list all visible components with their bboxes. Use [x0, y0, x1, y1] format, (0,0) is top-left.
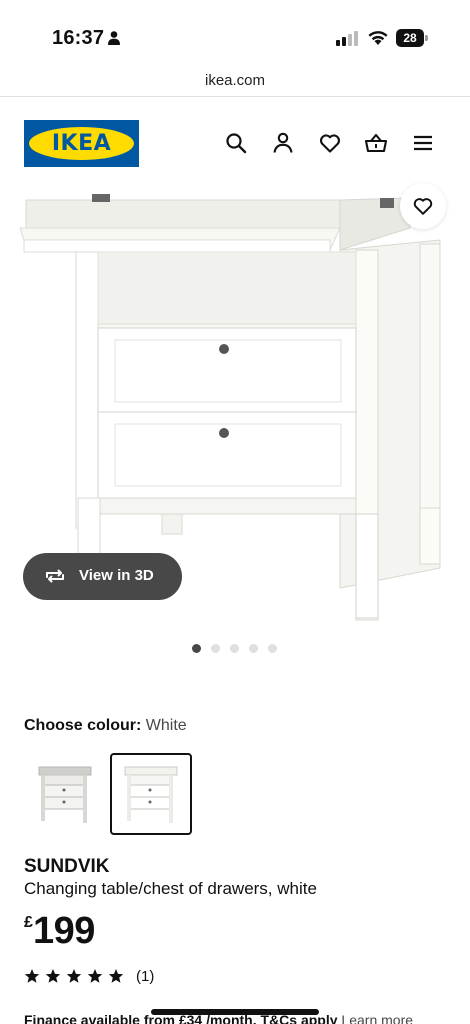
rating[interactable]: (1) — [24, 967, 204, 989]
person-icon — [108, 31, 120, 45]
view-in-3d-button[interactable]: View in 3D — [23, 553, 182, 600]
home-indicator[interactable] — [151, 1009, 319, 1015]
basket-icon[interactable] — [364, 131, 388, 155]
battery-level: 28 — [396, 29, 424, 47]
address-bar[interactable]: ikea.com — [0, 64, 470, 97]
carousel-dot[interactable] — [211, 644, 220, 653]
price-amount: 199 — [33, 910, 95, 952]
cellular-signal-icon — [336, 31, 358, 46]
colour-chooser: Choose colour: White — [24, 717, 187, 735]
status-bar: 16:37 28 — [0, 0, 470, 64]
carousel-indicator — [192, 644, 282, 654]
swatch-image — [38, 766, 92, 823]
heart-icon — [413, 198, 433, 215]
rotate-3d-icon — [46, 569, 64, 583]
site-header: IKEA — [0, 98, 470, 188]
carousel-dot[interactable] — [268, 644, 277, 653]
carousel-dot[interactable] — [230, 644, 239, 653]
star-icon — [87, 969, 103, 983]
heart-icon[interactable] — [318, 131, 342, 155]
ikea-logo[interactable]: IKEA — [24, 120, 139, 167]
wifi-icon — [368, 31, 388, 45]
save-to-favourites-button[interactable] — [400, 183, 446, 229]
carousel-dot[interactable] — [192, 644, 201, 653]
learn-more-link[interactable]: Learn more — [341, 1012, 413, 1024]
review-count: (1) — [136, 968, 155, 985]
star-icon — [45, 969, 61, 983]
colour-label: Choose colour: — [24, 717, 142, 734]
colour-swatch-white[interactable] — [110, 753, 192, 835]
view-in-3d-label: View in 3D — [79, 567, 154, 584]
price-currency: £ — [24, 914, 33, 931]
star-icon — [24, 969, 40, 983]
swatch-image — [124, 766, 178, 823]
account-icon[interactable] — [271, 131, 295, 155]
carousel-dot[interactable] — [249, 644, 258, 653]
battery-icon: 28 — [396, 29, 428, 47]
search-icon[interactable] — [224, 131, 248, 155]
menu-icon[interactable] — [411, 131, 435, 155]
product-description: Changing table/chest of drawers, white — [24, 879, 317, 898]
status-time: 16:37 — [52, 27, 105, 49]
product-name: SUNDVIK — [24, 856, 110, 877]
colour-value: White — [145, 717, 187, 734]
colour-swatch-grey[interactable] — [25, 753, 107, 835]
logo-text: IKEA — [51, 131, 112, 156]
star-icon — [108, 969, 124, 983]
star-icon — [66, 969, 82, 983]
